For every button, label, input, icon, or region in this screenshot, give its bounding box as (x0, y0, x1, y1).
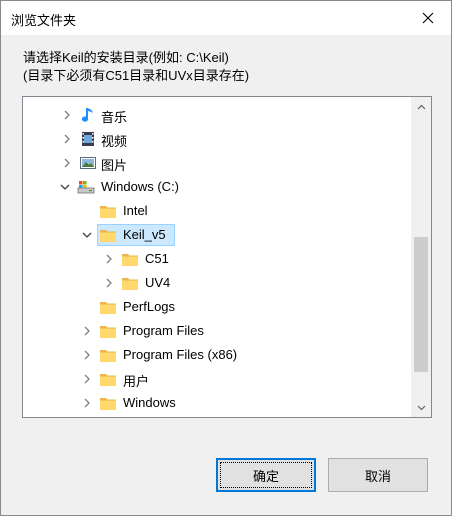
title-bar[interactable]: 浏览文件夹 (1, 1, 451, 35)
scroll-down-button[interactable] (411, 397, 431, 417)
chevron-right-icon[interactable] (103, 253, 115, 265)
cancel-button[interactable]: 取消 (328, 458, 428, 492)
folder-icon (99, 394, 117, 412)
chevron-right-icon[interactable] (81, 325, 93, 337)
music-note-icon (79, 106, 97, 124)
tree-item-intel[interactable]: Intel (23, 199, 403, 223)
folder-icon (99, 226, 117, 244)
tree-item-videos[interactable]: 视频 (23, 127, 403, 151)
ok-button[interactable]: 确定 (216, 458, 316, 492)
instruction-text: 请选择Keil的安装目录(例如: C:\Keil) (目录下必须有C51目录和U… (23, 49, 249, 85)
chevron-down-icon[interactable] (81, 229, 93, 241)
tree-item-program-files-x86[interactable]: Program Files (x86) (23, 343, 403, 367)
instruction-line-2: (目录下必须有C51目录和UVx目录存在) (23, 68, 250, 83)
video-icon (79, 130, 97, 148)
tree-item-label: 图片 (101, 158, 128, 173)
chevron-right-icon[interactable] (103, 277, 115, 289)
scrollbar-thumb[interactable] (414, 237, 428, 372)
tree-item-users[interactable]: 用户 (23, 367, 403, 391)
tree-item-c51[interactable]: C51 (23, 247, 403, 271)
folder-icon (121, 274, 139, 292)
tree-item-label: PerfLogs (123, 299, 176, 314)
tree-item-label: 用户 (123, 374, 150, 389)
tree-item-label: C51 (145, 251, 169, 266)
chevron-right-icon[interactable] (81, 397, 93, 409)
vertical-scrollbar[interactable] (411, 97, 431, 417)
tree-item-keil-v5[interactable]: Keil_v5 (23, 223, 403, 247)
folder-icon (99, 370, 117, 388)
scroll-up-button[interactable] (411, 97, 431, 117)
tree-item-label: Windows (123, 395, 176, 410)
tree-item-label: Keil_v5 (123, 227, 166, 242)
chevron-right-icon[interactable] (81, 373, 93, 385)
tree-item-label: Program Files (x86) (123, 347, 238, 362)
folder-tree[interactable]: 音乐 视频 图片 Windows (C:) Intel Keil_v5 C51 … (22, 96, 432, 418)
tree-item-music[interactable]: 音乐 (23, 103, 403, 127)
tree-item-label: Program Files (123, 323, 204, 338)
chevron-right-icon[interactable] (81, 349, 93, 361)
chevron-right-icon[interactable] (61, 109, 73, 121)
folder-icon (99, 298, 117, 316)
picture-icon (79, 154, 97, 172)
instruction-line-1: 请选择Keil的安装目录(例如: C:\Keil) (23, 50, 229, 65)
folder-icon (99, 322, 117, 340)
tree-item-uv4[interactable]: UV4 (23, 271, 403, 295)
tree-item-pictures[interactable]: 图片 (23, 151, 403, 175)
chevron-right-icon[interactable] (61, 133, 73, 145)
window-title: 浏览文件夹 (11, 13, 77, 28)
close-icon (422, 12, 434, 24)
drive-icon (77, 178, 95, 196)
tree-item-program-files[interactable]: Program Files (23, 319, 403, 343)
folder-icon (99, 202, 117, 220)
tree-item-label: Windows (C:) (101, 179, 180, 194)
cancel-button-label: 取消 (364, 468, 391, 484)
chevron-down-icon (417, 405, 425, 410)
tree-item-label: Intel (123, 203, 148, 218)
browse-folder-dialog: 浏览文件夹 请选择Keil的安装目录(例如: C:\Keil) (目录下必须有C… (0, 0, 452, 516)
focus-ring (220, 462, 312, 488)
tree-item-perflogs[interactable]: PerfLogs (23, 295, 403, 319)
tree-item-label: 音乐 (101, 110, 128, 125)
tree-item-windows[interactable]: Windows (23, 391, 403, 415)
chevron-down-icon[interactable] (59, 181, 71, 193)
tree-item-label: UV4 (145, 275, 171, 290)
close-button[interactable] (405, 1, 451, 35)
chevron-up-icon (417, 104, 425, 109)
tree-item-label: 视频 (101, 134, 128, 149)
chevron-right-icon[interactable] (61, 157, 73, 169)
tree-item-drive-c[interactable]: Windows (C:) (23, 175, 403, 199)
folder-icon (99, 346, 117, 364)
folder-icon (121, 250, 139, 268)
